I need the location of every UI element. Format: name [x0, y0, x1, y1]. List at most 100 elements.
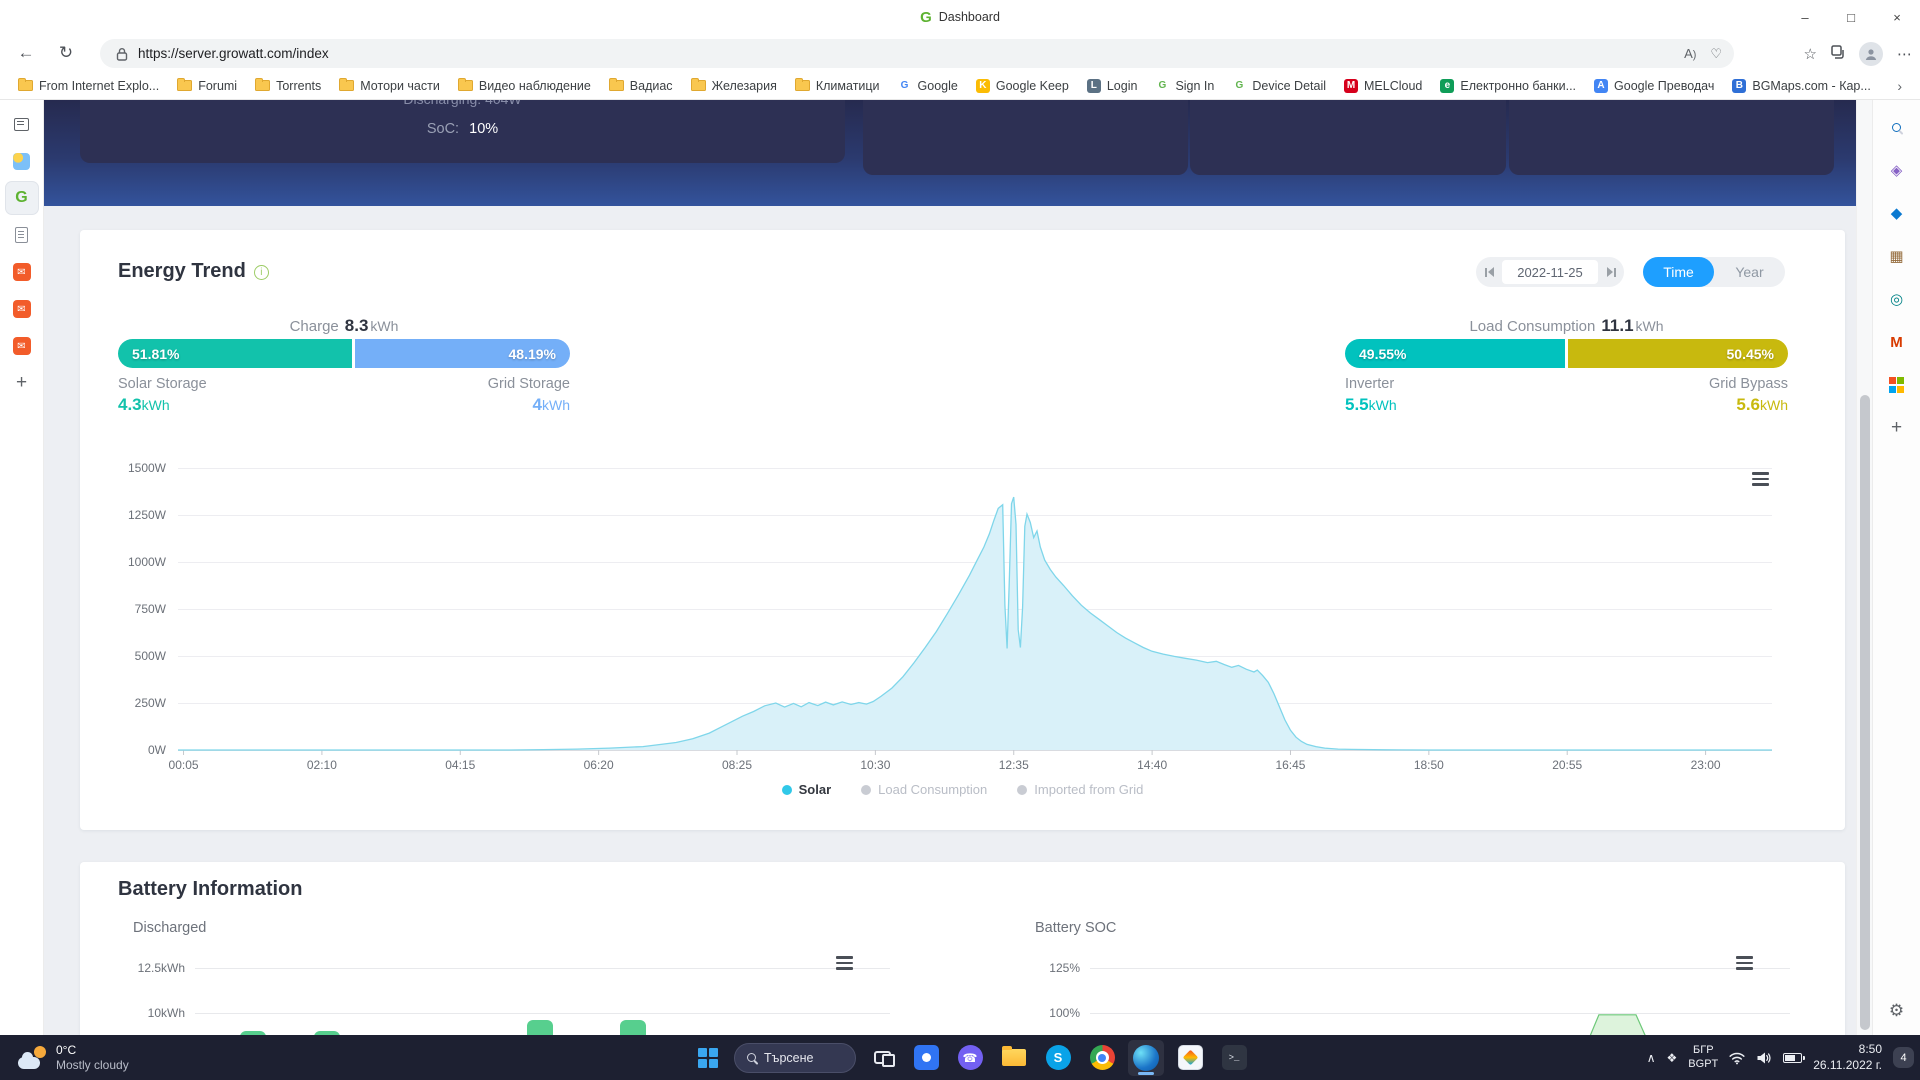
- active-tab[interactable]: G Dashboard: [0, 0, 1920, 34]
- clock[interactable]: 8:50 26.11.2022 г.: [1813, 1042, 1882, 1073]
- sidebar-tools-icon[interactable]: ▦: [1880, 239, 1914, 273]
- discharged-gridline: [195, 968, 890, 969]
- favorites-icon[interactable]: ☆: [1804, 45, 1817, 63]
- x-tick-label: 20:55: [1527, 758, 1607, 772]
- next-date-icon[interactable]: [1598, 257, 1624, 287]
- bookmark-item[interactable]: GSign In: [1147, 76, 1222, 96]
- tab-mail-3-icon[interactable]: ✉: [6, 330, 38, 362]
- app-terminal[interactable]: >_: [1216, 1040, 1252, 1076]
- new-tab-button-icon[interactable]: +: [6, 367, 38, 399]
- favicon-icon: G: [898, 79, 912, 93]
- bookmark-item[interactable]: eЕлектронно банки...: [1432, 76, 1584, 96]
- bookmark-item[interactable]: AGoogle Преводач: [1586, 76, 1722, 96]
- bookmark-item[interactable]: From Internet Explo...: [10, 76, 167, 96]
- bookmark-item[interactable]: Вадиас: [601, 76, 681, 96]
- minimize-button[interactable]: –: [1782, 0, 1828, 34]
- sidebar-customize-icon[interactable]: +: [1880, 411, 1914, 445]
- bookmark-item[interactable]: Torrents: [247, 76, 329, 96]
- bookmark-item[interactable]: GGoogle: [890, 76, 966, 96]
- profile-avatar[interactable]: [1859, 42, 1883, 66]
- favicon-icon: e: [1440, 79, 1454, 93]
- app-camera[interactable]: [908, 1040, 944, 1076]
- wifi-icon[interactable]: [1729, 1051, 1745, 1065]
- legend-item[interactable]: Solar: [782, 782, 832, 797]
- weather-widget[interactable]: 0°C Mostly cloudy: [10, 1035, 137, 1080]
- page-scrollbar[interactable]: [1856, 100, 1872, 1035]
- bookmark-item[interactable]: Железария: [683, 76, 785, 96]
- sidebar-settings-icon[interactable]: ⚙: [1873, 1001, 1920, 1021]
- tab-mail-2-icon[interactable]: ✉: [6, 293, 38, 325]
- start-button[interactable]: [690, 1040, 726, 1076]
- discharged-menu-icon[interactable]: [836, 956, 853, 970]
- solar-storage-segment: 51.81%: [118, 339, 352, 368]
- favicon-icon: L: [1087, 79, 1101, 93]
- bookmark-item[interactable]: LLogin: [1079, 76, 1146, 96]
- vertical-tabs-icon-icon[interactable]: [6, 108, 38, 140]
- legend-item[interactable]: Load Consumption: [861, 782, 987, 797]
- settings-more-icon[interactable]: ⋯: [1897, 45, 1912, 63]
- legend-label: Imported from Grid: [1034, 782, 1143, 797]
- app-edge[interactable]: [1128, 1040, 1164, 1076]
- folder-icon: [18, 80, 33, 91]
- tab-mail-1-icon[interactable]: ✉: [6, 256, 38, 288]
- x-tick-label: 18:50: [1389, 758, 1469, 772]
- taskbar-search[interactable]: Търсене: [734, 1043, 856, 1073]
- folder-icon: [255, 80, 270, 91]
- bookmark-item[interactable]: KGoogle Keep: [968, 76, 1077, 96]
- tab-year[interactable]: Year: [1714, 257, 1785, 287]
- browser-toolbar: ← ↻ https://server.growatt.com/index A) …: [0, 34, 1920, 72]
- battery-icon[interactable]: [1783, 1053, 1802, 1063]
- bookmark-label: Железария: [712, 79, 777, 93]
- sidebar-search-icon[interactable]: [1880, 110, 1914, 144]
- bookmark-item[interactable]: Видео наблюдение: [450, 76, 599, 96]
- collections-icon[interactable]: [1831, 45, 1845, 63]
- folder-icon: [458, 80, 473, 91]
- maximize-button[interactable]: □: [1828, 0, 1874, 34]
- x-tick-label: 10:30: [835, 758, 915, 772]
- bookmark-item[interactable]: Климатици: [787, 76, 888, 96]
- read-aloud-icon[interactable]: A): [1684, 46, 1696, 61]
- app-photos[interactable]: [1172, 1040, 1208, 1076]
- bookmark-item[interactable]: Мотори части: [331, 76, 448, 96]
- date-value[interactable]: 2022-11-25: [1502, 260, 1598, 284]
- task-view-button[interactable]: [864, 1040, 900, 1076]
- sidebar-office-icon[interactable]: [1880, 368, 1914, 402]
- browser-essentials-icon[interactable]: ♡: [1710, 46, 1722, 62]
- back-icon[interactable]: ←: [12, 39, 40, 67]
- soc-label: SoC:: [427, 121, 459, 137]
- bookmarks-overflow-icon[interactable]: ›: [1889, 78, 1910, 94]
- refresh-icon[interactable]: ↻: [52, 39, 80, 67]
- legend-item[interactable]: Imported from Grid: [1017, 782, 1143, 797]
- language-switcher[interactable]: БГРBGPT: [1688, 1044, 1718, 1070]
- tab-weather-icon[interactable]: [6, 145, 38, 177]
- address-bar[interactable]: https://server.growatt.com/index A) ♡: [100, 39, 1734, 68]
- chart-menu-icon[interactable]: [1752, 472, 1769, 486]
- sidebar-discover-icon[interactable]: ◈: [1880, 153, 1914, 187]
- sidebar-msn-icon[interactable]: M: [1880, 325, 1914, 359]
- date-picker[interactable]: 2022-11-25: [1476, 257, 1624, 287]
- url-text[interactable]: https://server.growatt.com/index: [138, 46, 1684, 61]
- dropbox-icon[interactable]: ❖: [1667, 1051, 1678, 1065]
- tab-document-icon[interactable]: [6, 219, 38, 251]
- tab-growatt-icon[interactable]: G: [6, 182, 38, 214]
- solar-storage-stat: Solar Storage 4.3kWh: [118, 376, 207, 415]
- scrollbar-thumb[interactable]: [1860, 395, 1870, 1030]
- sidebar-games-icon[interactable]: ◎: [1880, 282, 1914, 316]
- sidebar-shopping-icon[interactable]: ◆: [1880, 196, 1914, 230]
- app-file-explorer[interactable]: [996, 1040, 1032, 1076]
- bookmark-item[interactable]: MMELCloud: [1336, 76, 1430, 96]
- tray-expand-icon[interactable]: ∧: [1647, 1051, 1656, 1065]
- app-skype[interactable]: S: [1040, 1040, 1076, 1076]
- bookmark-item[interactable]: Forumi: [169, 76, 245, 96]
- bookmark-item[interactable]: GDevice Detail: [1224, 76, 1334, 96]
- prev-date-icon[interactable]: [1476, 257, 1502, 287]
- info-icon[interactable]: i: [254, 265, 269, 280]
- volume-icon[interactable]: [1756, 1051, 1772, 1065]
- notification-badge[interactable]: 4: [1893, 1047, 1914, 1068]
- bookmark-item[interactable]: BBGMaps.com - Кар...: [1724, 76, 1878, 96]
- app-chrome[interactable]: [1084, 1040, 1120, 1076]
- app-viber[interactable]: ☎: [952, 1040, 988, 1076]
- browser-viewport: G✉✉✉+ Discharging: 404W SoC: 10% Ener: [0, 100, 1920, 1035]
- tab-time[interactable]: Time: [1643, 257, 1714, 287]
- close-button[interactable]: ×: [1874, 0, 1920, 34]
